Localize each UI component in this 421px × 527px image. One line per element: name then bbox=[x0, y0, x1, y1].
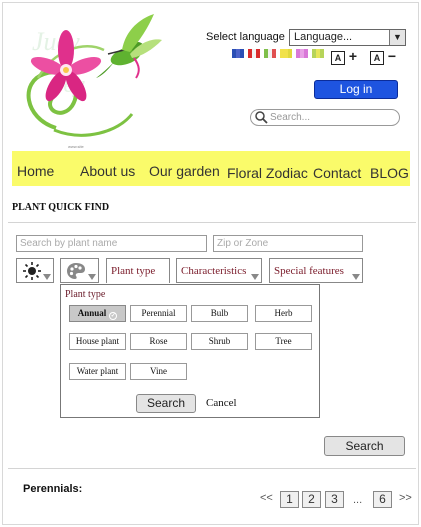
flag-icon[interactable] bbox=[248, 49, 260, 58]
zip-zone-input[interactable]: Zip or Zone bbox=[213, 235, 363, 252]
option-label: Annual bbox=[77, 308, 107, 318]
plant-type-option-rose[interactable]: Rose bbox=[130, 333, 187, 350]
logo[interactable]: Jucy sey www.site bbox=[14, 10, 164, 150]
font-increase-icon: + bbox=[348, 48, 358, 64]
special-features-filter[interactable]: Special features bbox=[269, 258, 363, 283]
divider bbox=[8, 222, 416, 223]
site-search-input[interactable]: Search... bbox=[250, 109, 400, 126]
svg-text:www.site: www.site bbox=[68, 144, 85, 149]
plant-type-option-herb[interactable]: Herb bbox=[255, 305, 312, 322]
chevron-down-icon bbox=[251, 274, 259, 280]
nav-item-floral-zodiac[interactable]: Floral Zodiac bbox=[227, 165, 308, 181]
plant-type-filter[interactable]: Plant type bbox=[106, 258, 170, 283]
chevron-down-icon bbox=[43, 274, 51, 280]
flag-icon[interactable] bbox=[280, 49, 292, 58]
nav-item-blog[interactable]: BLOG bbox=[370, 165, 409, 181]
plant-type-option-annual[interactable]: Annual ✓ bbox=[69, 305, 126, 322]
plant-type-option-bulb[interactable]: Bulb bbox=[191, 305, 248, 322]
language-label: Select language bbox=[206, 31, 285, 43]
pagination-page-3[interactable]: 3 bbox=[325, 491, 344, 508]
flag-icon[interactable] bbox=[264, 49, 276, 58]
check-icon: ✓ bbox=[109, 312, 118, 320]
plant-type-option-perennial[interactable]: Perennial bbox=[130, 305, 187, 322]
pagination-page-1[interactable]: 1 bbox=[280, 491, 299, 508]
plant-type-panel-title: Plant type bbox=[65, 289, 106, 300]
plant-type-option-vine[interactable]: Vine bbox=[130, 363, 187, 380]
font-size-icon: A bbox=[331, 51, 345, 65]
divider bbox=[8, 468, 416, 469]
nav-item-contact[interactable]: Contact bbox=[313, 165, 361, 181]
plant-type-option-shrub[interactable]: Shrub bbox=[191, 333, 248, 350]
language-select-value: Language... bbox=[294, 31, 353, 43]
panel-search-button[interactable]: Search bbox=[136, 394, 196, 413]
plant-name-input[interactable]: Search by plant name bbox=[16, 235, 207, 252]
flag-icon[interactable] bbox=[296, 49, 308, 58]
plant-type-option-water-plant[interactable]: Water plant bbox=[69, 363, 126, 380]
palette-icon bbox=[67, 263, 85, 279]
language-flags bbox=[232, 49, 324, 59]
search-icon bbox=[255, 111, 268, 124]
pagination-page-6[interactable]: 6 bbox=[373, 491, 392, 508]
pagination-prev[interactable]: << bbox=[260, 492, 273, 504]
pagination-page-2[interactable]: 2 bbox=[302, 491, 321, 508]
site-search-placeholder: Search... bbox=[270, 112, 311, 123]
plant-type-option-house-plant[interactable]: House plant bbox=[69, 333, 126, 350]
chevron-down-icon[interactable]: ▼ bbox=[389, 30, 405, 45]
color-filter[interactable] bbox=[60, 258, 99, 283]
pagination-next[interactable]: >> bbox=[399, 492, 412, 504]
login-button[interactable]: Log in bbox=[314, 80, 398, 99]
chevron-down-icon bbox=[352, 274, 360, 280]
nav-item-about-us[interactable]: About us bbox=[80, 163, 135, 179]
sun-icon bbox=[23, 262, 41, 280]
special-features-filter-label: Special features bbox=[274, 265, 344, 277]
font-increase-control[interactable]: A + bbox=[331, 48, 357, 68]
font-decrease-control[interactable]: A − bbox=[370, 48, 396, 68]
quick-find-title: PLANT QUICK FIND bbox=[12, 202, 110, 213]
results-heading: Perennials: bbox=[23, 483, 83, 495]
characteristics-filter[interactable]: Characteristics bbox=[176, 258, 262, 283]
sun-filter[interactable] bbox=[16, 258, 54, 283]
font-decrease-icon: − bbox=[387, 48, 397, 64]
search-button[interactable]: Search bbox=[324, 436, 405, 456]
pagination-ellipsis: ... bbox=[353, 494, 363, 506]
chevron-down-icon bbox=[88, 274, 96, 280]
language-select[interactable]: Language... ▼ bbox=[289, 29, 406, 46]
plant-type-panel: Plant type Annual ✓ Perennial Bulb Herb H… bbox=[60, 284, 320, 418]
panel-cancel-button[interactable]: Cancel bbox=[206, 397, 237, 409]
flag-icon[interactable] bbox=[232, 49, 244, 58]
plant-type-filter-label: Plant type bbox=[111, 265, 156, 277]
main-nav: Home About us Our garden Floral Zodiac C… bbox=[12, 151, 410, 186]
nav-item-home[interactable]: Home bbox=[17, 163, 54, 179]
flag-icon[interactable] bbox=[312, 49, 324, 58]
font-size-icon: A bbox=[370, 51, 384, 65]
characteristics-filter-label: Characteristics bbox=[181, 265, 247, 277]
plant-type-option-tree[interactable]: Tree bbox=[255, 333, 312, 350]
nav-item-our-garden[interactable]: Our garden bbox=[149, 163, 220, 179]
